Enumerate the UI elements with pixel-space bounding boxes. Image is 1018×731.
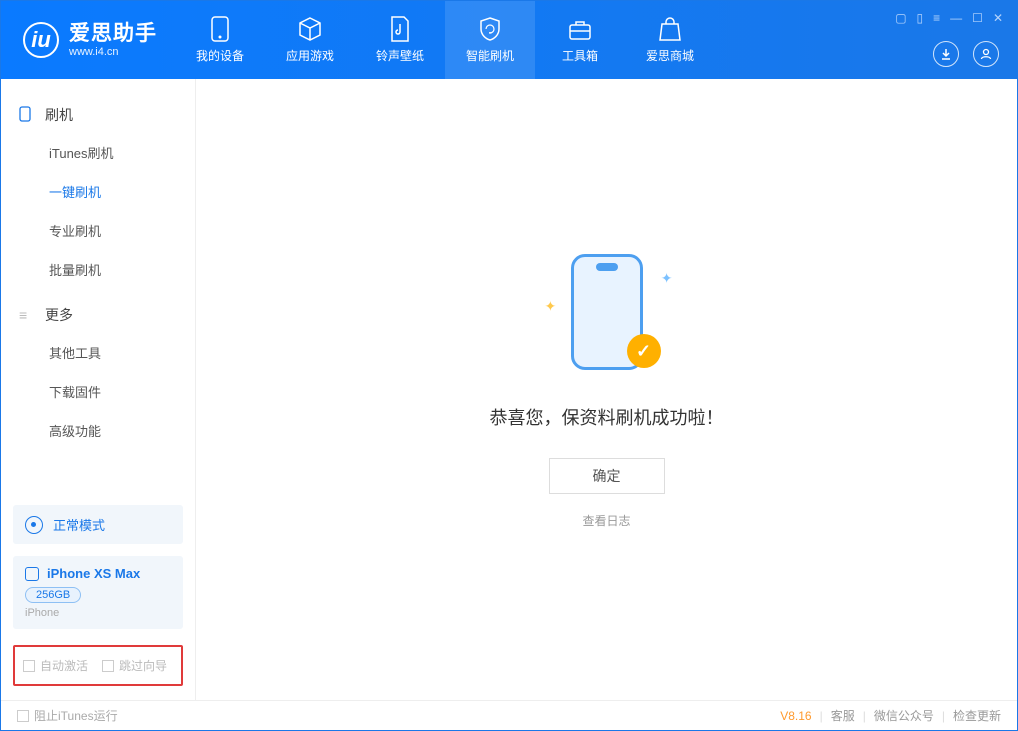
checkbox-icon: [23, 660, 35, 672]
footer-right: V8.16 | 客服 | 微信公众号 | 检查更新: [780, 707, 1001, 724]
device-type: iPhone: [25, 607, 171, 619]
logo-icon: iu: [23, 22, 59, 58]
logo[interactable]: iu 爱思助手 www.i4.cn: [1, 22, 175, 58]
logo-text: 爱思助手 www.i4.cn: [69, 22, 157, 57]
sparkle-icon: ✦: [661, 270, 673, 287]
tab-label: 智能刷机: [466, 47, 514, 64]
sidebar-item-pro-flash[interactable]: 专业刷机: [1, 211, 195, 250]
version-label: V8.16: [780, 709, 811, 723]
main-content: ✦ ✦ ✓ 恭喜您，保资料刷机成功啦！ 确定 查看日志: [196, 79, 1017, 700]
mode-icon: [25, 516, 43, 534]
app-title: 爱思助手: [69, 22, 157, 45]
sidebar-section-more: ≡ 更多 其他工具 下载固件 高级功能: [1, 297, 195, 450]
section-title: 刷机: [45, 105, 73, 125]
minimize-button[interactable]: —: [950, 11, 962, 25]
close-button[interactable]: ✕: [993, 11, 1003, 25]
sidebar-item-other-tools[interactable]: 其他工具: [1, 333, 195, 372]
checkbox-auto-activate[interactable]: 自动激活: [23, 657, 88, 674]
sidebar-item-batch-flash[interactable]: 批量刷机: [1, 250, 195, 289]
tab-label: 我的设备: [196, 47, 244, 64]
tab-store[interactable]: 爱思商城: [625, 1, 715, 79]
device-name-row: iPhone XS Max: [25, 566, 171, 581]
ok-button[interactable]: 确定: [549, 458, 665, 494]
device-info-box[interactable]: iPhone XS Max 256GB iPhone: [13, 556, 183, 629]
checkbox-label: 跳过向导: [119, 657, 167, 674]
view-log-link[interactable]: 查看日志: [582, 512, 630, 529]
menu-icon[interactable]: ≡: [933, 11, 940, 25]
device-mode-box[interactable]: 正常模式: [13, 505, 183, 544]
sidebar-header-more[interactable]: ≡ 更多: [1, 297, 195, 333]
sidebar: 刷机 iTunes刷机 一键刷机 专业刷机 批量刷机 ≡ 更多 其他工具 下载固…: [1, 79, 196, 700]
list-icon: ≡: [19, 307, 35, 323]
wechat-link[interactable]: 微信公众号: [874, 707, 934, 724]
header-actions: [933, 41, 999, 67]
tab-label: 应用游戏: [286, 47, 334, 64]
device-name: iPhone XS Max: [47, 566, 140, 581]
maximize-button[interactable]: ☐: [972, 11, 983, 25]
checkbox-block-itunes[interactable]: 阻止iTunes运行: [17, 707, 118, 724]
tab-label: 铃声壁纸: [376, 47, 424, 64]
section-title: 更多: [45, 305, 73, 325]
sidebar-item-oneclick-flash[interactable]: 一键刷机: [1, 172, 195, 211]
tab-my-device[interactable]: 我的设备: [175, 1, 265, 79]
cube-icon: [297, 16, 323, 42]
device-icon: [207, 16, 233, 42]
sidebar-item-itunes-flash[interactable]: iTunes刷机: [1, 133, 195, 172]
check-badge-icon: ✓: [627, 334, 661, 368]
sparkle-icon: ✦: [545, 298, 557, 315]
bag-icon: [657, 16, 683, 42]
checkbox-skip-wizard[interactable]: 跳过向导: [102, 657, 167, 674]
success-illustration: ✦ ✦ ✓: [547, 250, 667, 380]
support-link[interactable]: 客服: [831, 707, 855, 724]
nav-tabs: 我的设备 应用游戏 铃声壁纸 智能刷机 工具箱 爱思商城: [175, 1, 715, 79]
success-message: 恭喜您，保资料刷机成功啦！: [490, 404, 724, 430]
tab-label: 爱思商城: [646, 47, 694, 64]
app-subtitle: www.i4.cn: [69, 46, 157, 58]
tab-label: 工具箱: [562, 47, 598, 64]
checkbox-label: 自动激活: [40, 657, 88, 674]
tab-toolbox[interactable]: 工具箱: [535, 1, 625, 79]
sidebar-section-flash: 刷机 iTunes刷机 一键刷机 专业刷机 批量刷机: [1, 97, 195, 289]
options-box: 自动激活 跳过向导: [13, 645, 183, 686]
phone-outline-icon: [19, 106, 35, 125]
checkbox-icon: [17, 710, 29, 722]
sidebar-item-download-firmware[interactable]: 下载固件: [1, 372, 195, 411]
phone-icon: [25, 567, 39, 581]
shield-refresh-icon: [477, 16, 503, 42]
sidebar-item-advanced[interactable]: 高级功能: [1, 411, 195, 450]
app-window: iu 爱思助手 www.i4.cn 我的设备 应用游戏 铃声壁纸 智能刷机: [0, 0, 1018, 731]
tab-apps-games[interactable]: 应用游戏: [265, 1, 355, 79]
tab-smart-flash[interactable]: 智能刷机: [445, 1, 535, 79]
user-button[interactable]: [973, 41, 999, 67]
feedback-icon[interactable]: ▯: [917, 11, 924, 25]
body: 刷机 iTunes刷机 一键刷机 专业刷机 批量刷机 ≡ 更多 其他工具 下载固…: [1, 79, 1017, 700]
sidebar-header-flash[interactable]: 刷机: [1, 97, 195, 133]
device-storage: 256GB: [25, 587, 81, 603]
checkbox-icon: [102, 660, 114, 672]
shirt-icon[interactable]: ▢: [895, 11, 906, 25]
download-button[interactable]: [933, 41, 959, 67]
header: iu 爱思助手 www.i4.cn 我的设备 应用游戏 铃声壁纸 智能刷机: [1, 1, 1017, 79]
music-file-icon: [387, 16, 413, 42]
toolbox-icon: [567, 16, 593, 42]
mode-label: 正常模式: [53, 515, 105, 534]
tab-ringtones-wallpapers[interactable]: 铃声壁纸: [355, 1, 445, 79]
checkbox-label: 阻止iTunes运行: [34, 707, 118, 724]
check-update-link[interactable]: 检查更新: [953, 707, 1001, 724]
footer: 阻止iTunes运行 V8.16 | 客服 | 微信公众号 | 检查更新: [1, 700, 1017, 730]
window-controls: ▢ ▯ ≡ — ☐ ✕: [895, 11, 1003, 25]
